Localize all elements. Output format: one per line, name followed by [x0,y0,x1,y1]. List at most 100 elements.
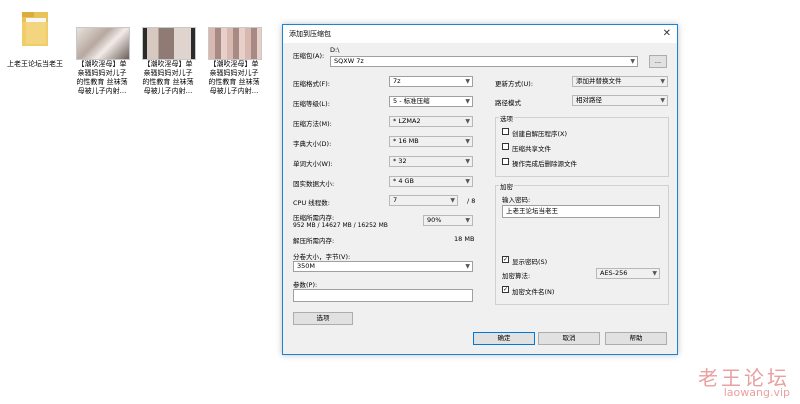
browse-button[interactable]: ... [649,55,667,68]
params-label: 参数(P): [293,281,318,289]
solid-value: * 4 GB [393,177,415,185]
file-label-line: 母被儿子内射... [143,87,193,95]
add-to-archive-dialog: 添加到压缩包 ✕ 压缩包(A): D:\ SQXW 7z ▼ ... 压缩格式(… [282,24,678,355]
dict-value: * 16 MB [393,137,419,145]
word-value: * 32 [393,157,407,165]
chevron-down-icon: ▼ [465,263,470,270]
archive-name-value: SQXW 7z [334,57,364,65]
password-label: 输入密码: [502,196,531,204]
file-label-line: 【潮吹淫母】单 [209,60,259,68]
solid-label: 固实数据大小: [293,180,335,188]
cancel-button[interactable]: 取消 [538,332,600,345]
params-input[interactable] [293,289,473,302]
chevron-down-icon: ▼ [465,138,470,145]
method-label: 压缩方法(M): [293,120,332,128]
decomp-label: 解压所需内存: [293,237,335,245]
options-button[interactable]: 选项 [293,312,353,325]
method-value: * LZMA2 [393,117,421,125]
split-select[interactable]: 350M ▼ [293,261,473,272]
solid-select[interactable]: * 4 GB ▼ [389,176,473,187]
chevron-down-icon: ▼ [660,97,665,104]
cpu-select[interactable]: 7 ▼ [389,195,458,206]
file-label-line: 的性教育 丝袜荡 [76,78,128,86]
chevron-down-icon: ▼ [652,270,657,277]
ok-button[interactable]: 确定 [473,332,535,345]
shared-checkbox[interactable] [502,143,509,150]
chevron-down-icon: ▼ [450,197,455,204]
update-select[interactable]: 添加并替换文件 ▼ [572,76,668,87]
close-icon[interactable]: ✕ [663,28,671,39]
chevron-down-icon: ▼ [630,58,635,65]
archive-name-combo[interactable]: SQXW 7z ▼ [330,56,638,67]
video-thumbnail [142,27,196,60]
dialog-title: 添加到压缩包 [289,30,331,38]
folder-label: 上老王论坛当老王 [7,60,63,68]
chevron-down-icon: ▼ [465,158,470,165]
sfx-label: 创建自解压程序(X) [512,130,568,138]
show-password-checkbox[interactable]: ✓ [502,256,509,263]
word-select[interactable]: * 32 ▼ [389,156,473,167]
pathmode-select[interactable]: 相对路径 ▼ [572,95,668,106]
file-label-line: 亲骚妈妈对儿子 [143,69,193,77]
chevron-down-icon: ▼ [465,98,470,105]
delete-label: 操作完成后删除源文件 [512,160,577,168]
video-thumbnail [76,27,130,60]
delete-checkbox[interactable] [502,158,509,165]
pathmode-value: 相对路径 [576,96,602,104]
update-value: 添加并替换文件 [576,77,622,85]
method-select[interactable]: * LZMA2 ▼ [389,116,473,127]
pathmode-label: 路径模式 [495,99,521,107]
format-label: 压缩格式(F): [293,80,331,88]
title-bar[interactable]: 添加到压缩包 ✕ [283,25,677,43]
mem-detail: 952 MB / 14627 MB / 16252 MB [293,222,388,229]
file-label-line: 亲骚妈妈对儿子 [77,69,127,77]
enc-method-value: AES-256 [600,269,628,277]
file-label-line: 亲骚妈妈对儿子 [209,69,259,77]
show-password-label: 显示密码(S) [512,258,548,266]
dict-label: 字典大小(D): [293,140,332,148]
archive-label: 压缩包(A): [293,52,325,60]
sfx-checkbox[interactable] [502,128,509,135]
decomp-value: 18 MB [454,235,475,243]
options-group-title: 选项 [499,113,514,123]
archive-path: D:\ [330,46,340,54]
help-button[interactable]: 帮助 [605,332,667,345]
mem-label: 压缩所需内存: [293,214,335,222]
chevron-down-icon: ▼ [465,178,470,185]
chevron-down-icon: ▼ [465,118,470,125]
password-input[interactable]: 上老王论坛当老王 [502,205,660,218]
shared-label: 压缩共享文件 [512,145,551,153]
level-value: 5 - 标准压缩 [393,97,430,105]
video-thumbnail [208,27,262,60]
file-label-line: 的性教育 丝袜荡 [142,78,194,86]
cpu-max: / 8 [467,197,476,205]
file-label-line: 【潮吹淫母】单 [77,60,127,68]
mem-percent-select[interactable]: 90% ▼ [423,215,473,226]
file-label-line: 母被儿子内射... [77,87,127,95]
split-label: 分卷大小，字节(V): [293,253,351,261]
format-select[interactable]: 7z ▼ [389,76,473,87]
chevron-down-icon: ▼ [465,217,470,224]
update-label: 更新方式(U): [495,80,534,88]
file-label-line: 的性教育 丝袜荡 [208,78,260,86]
chevron-down-icon: ▼ [660,78,665,85]
watermark-url: laowang.vip [723,386,790,399]
split-value: 350M [297,262,316,270]
file-label-line: 母被儿子内射... [209,87,259,95]
chevron-down-icon: ▼ [465,78,470,85]
format-value: 7z [393,77,401,85]
level-select[interactable]: 5 - 标准压缩 ▼ [389,96,473,107]
mem-percent-value: 90% [427,216,442,224]
enc-method-label: 加密算法: [502,272,531,280]
enc-method-select[interactable]: AES-256 ▼ [596,268,660,279]
dict-select[interactable]: * 16 MB ▼ [389,136,473,147]
folder-icon [22,12,48,46]
level-label: 压缩等级(L): [293,100,330,108]
cpu-value: 7 [393,196,398,204]
word-label: 单词大小(W): [293,160,333,168]
file-label-line: 【潮吹淫母】单 [143,60,193,68]
encrypt-names-checkbox[interactable]: ✓ [502,286,509,293]
cpu-label: CPU 线程数: [293,199,330,207]
encrypt-names-label: 加密文件名(N) [512,288,555,296]
encrypt-group-title: 加密 [499,181,514,191]
